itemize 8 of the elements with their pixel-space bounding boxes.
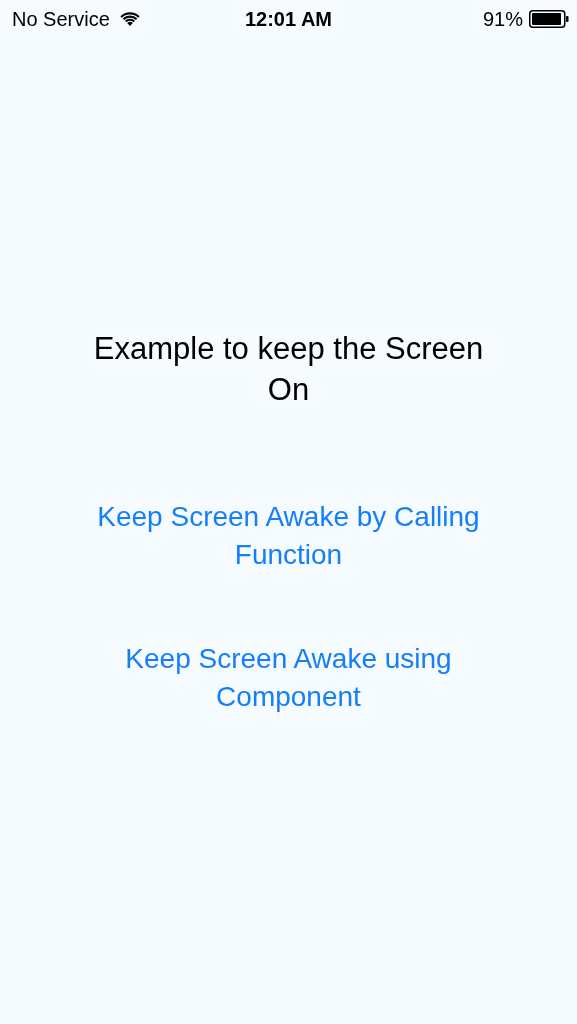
battery-percent: 91% [482, 7, 523, 31]
screen-title: Example to keep the Screen On [92, 330, 485, 409]
carrier-label: No Service [12, 7, 110, 31]
clock-time: 12:01 AM [244, 7, 333, 31]
text-button[interactable]: Keep Screen Awake by Calling Function [68, 498, 509, 574]
text-button[interactable]: Keep Screen Awake using Component [68, 640, 509, 716]
wifi-icon [119, 11, 140, 27]
battery-icon [529, 10, 569, 28]
